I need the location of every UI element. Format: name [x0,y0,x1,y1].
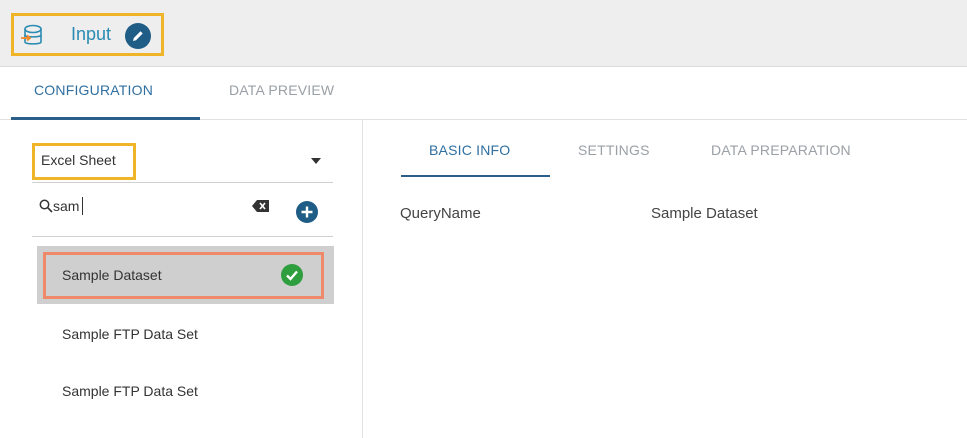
panel-divider [362,120,363,438]
list-item[interactable]: Sample FTP Data Set [62,383,198,399]
tab-data-preparation[interactable]: DATA PREPARATION [711,142,851,158]
database-import-icon [21,24,42,45]
tab-data-preview[interactable]: DATA PREVIEW [229,82,334,98]
active-subtab-indicator [401,175,550,177]
select-underline [32,182,333,183]
pencil-edit-icon[interactable] [125,23,151,49]
text-cursor [82,197,83,215]
query-name-value: Sample Dataset [651,205,758,222]
list-item-label: Sample Dataset [62,267,162,283]
active-tab-indicator [11,117,200,120]
check-circle-icon [281,264,303,286]
chevron-down-icon[interactable] [311,158,321,164]
search-underline [32,236,333,237]
add-icon[interactable] [296,201,318,223]
search-icon [39,199,53,213]
component-title: Input [71,24,112,44]
backspace-clear-icon[interactable] [252,199,270,213]
search-input[interactable]: sam [53,198,79,214]
list-item[interactable]: Sample FTP Data Set [62,326,198,342]
tab-settings[interactable]: SETTINGS [578,142,650,158]
query-name-label: QueryName [400,205,481,222]
source-type-select[interactable]: Excel Sheet [41,152,116,168]
tab-basic-info[interactable]: BASIC INFO [429,142,510,158]
tab-configuration[interactable]: CONFIGURATION [34,82,153,98]
